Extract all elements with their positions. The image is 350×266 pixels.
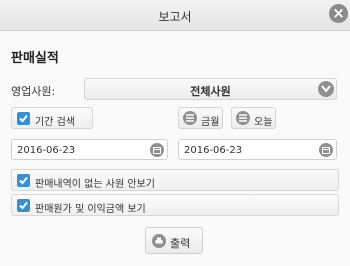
- salesperson-label: 영업사원:: [11, 85, 56, 98]
- period-search-checkbox[interactable]: 기간 검색: [11, 107, 93, 129]
- calendar-icon[interactable]: [319, 143, 333, 157]
- window-title: 보고서: [158, 10, 192, 24]
- show-cost-profit-label: 판매원가 및 이익금액 보기: [35, 204, 146, 215]
- calendar-icon[interactable]: [150, 143, 164, 157]
- salesperson-selected-value: 전체사원: [190, 85, 231, 98]
- this-month-label: 금월: [201, 117, 220, 128]
- title-bar: 보고서 ×: [0, 0, 350, 31]
- salesperson-select[interactable]: 전체사원: [84, 78, 337, 100]
- checkbox-checked-icon: [17, 199, 30, 212]
- checkbox-checked-icon: [17, 112, 30, 125]
- list-icon: [236, 111, 250, 125]
- print-label: 출력: [170, 237, 191, 250]
- start-date-field[interactable]: 2016-06-23: [11, 139, 168, 160]
- print-button[interactable]: 출력: [145, 227, 203, 254]
- print-icon: [152, 234, 166, 248]
- period-search-label: 기간 검색: [35, 117, 75, 128]
- today-label: 오늘: [254, 117, 273, 128]
- this-month-button[interactable]: 금월: [178, 107, 223, 129]
- show-cost-profit-checkbox[interactable]: 판매원가 및 이익금액 보기: [11, 194, 339, 216]
- section-title: 판매실적: [11, 51, 59, 66]
- end-date-field[interactable]: 2016-06-23: [178, 139, 337, 160]
- hide-no-sales-checkbox[interactable]: 판매내역이 없는 사원 안보기: [11, 169, 339, 191]
- close-icon[interactable]: ×: [329, 4, 348, 23]
- checkbox-checked-icon: [17, 174, 30, 187]
- chevron-down-icon: [318, 81, 334, 97]
- start-date-value: 2016-06-23: [17, 145, 76, 156]
- today-button[interactable]: 오늘: [231, 107, 276, 129]
- list-icon: [183, 111, 197, 125]
- end-date-value: 2016-06-23: [184, 145, 243, 156]
- hide-no-sales-label: 판매내역이 없는 사원 안보기: [35, 179, 155, 190]
